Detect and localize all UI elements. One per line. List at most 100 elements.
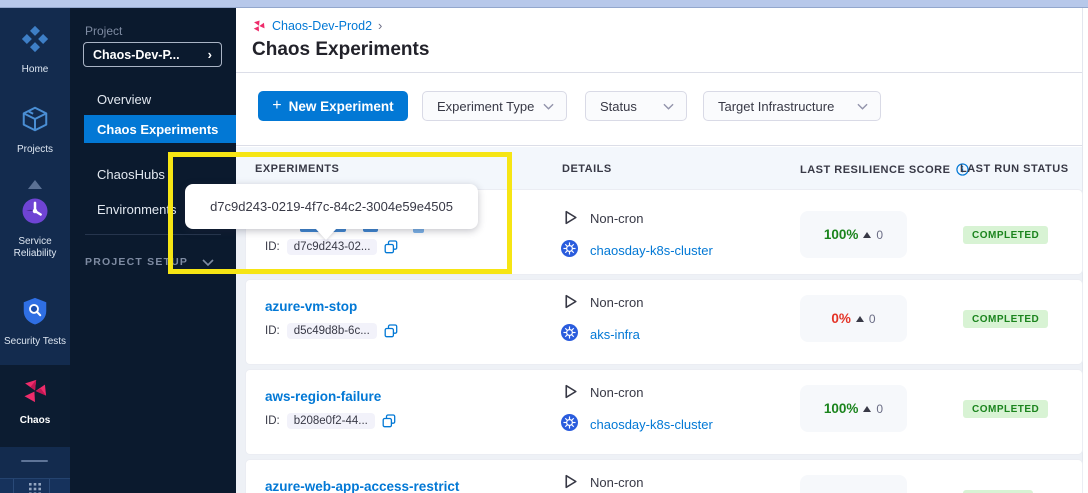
delta-up-icon	[863, 232, 871, 238]
chevron-down-icon	[663, 103, 674, 110]
delta-up-icon	[856, 316, 864, 322]
selected-project-name: Chaos-Dev-P...	[93, 48, 208, 62]
projects-cube-icon	[20, 104, 50, 139]
table-row[interactable]: azure-vm-stop ID: d5c49d8b-6c... Non-cro…	[246, 280, 1082, 364]
nav-item-chaos-experiments-active[interactable]: Chaos Experiments	[84, 115, 236, 143]
experiment-name-link[interactable]: aws-region-failure	[265, 389, 381, 404]
infrastructure-link[interactable]: chaosday-k8s-cluster	[590, 243, 713, 258]
copy-icon[interactable]	[382, 414, 396, 428]
experiment-name-link[interactable]: azure-web-app-access-restrict	[265, 479, 459, 493]
chevron-down-icon	[857, 103, 868, 110]
sidebar-item-label: Home	[22, 64, 49, 76]
score-delta: 0	[876, 228, 883, 242]
table-row[interactable]: azure-web-app-access-restrict Non-cron	[246, 460, 1082, 493]
id-label: ID:	[265, 241, 280, 253]
filter-label: Target Infrastructure	[718, 99, 834, 114]
sidebar-item-service-reliability[interactable]: Service Reliability	[0, 196, 70, 260]
experiment-id-row: ID: d5c49d8b-6c...	[265, 323, 398, 339]
experiment-id-tooltip: d7c9d243-0219-4f7c-84c2-3004e59e4505	[185, 184, 478, 229]
tooltip-arrow	[315, 228, 337, 240]
id-label: ID:	[265, 325, 280, 337]
experiment-id-pill[interactable]: d7c9d243-02...	[287, 239, 378, 255]
service-reliability-icon	[20, 196, 50, 231]
plus-icon: +	[272, 97, 281, 115]
project-nav-panel: Project Chaos-Dev-P... › Overview Chaos …	[70, 8, 236, 493]
score-value: 100%	[824, 227, 859, 242]
chaos-breadcrumb-icon	[252, 19, 266, 33]
module-nav-rail: Home Projects Service Reliability Securi…	[0, 8, 70, 493]
column-header-details: DETAILS	[562, 163, 612, 175]
score-value: 100%	[824, 401, 859, 416]
modnav-footer	[0, 447, 70, 493]
non-cron-play-icon	[562, 293, 579, 315]
security-shield-icon	[20, 296, 50, 331]
schedule-type: Non-cron	[590, 295, 643, 310]
score-value: 0%	[831, 311, 851, 326]
copy-icon[interactable]	[384, 324, 398, 338]
main-content: Chaos-Dev-Prod2 › Chaos Experiments + Ne…	[236, 8, 1088, 493]
breadcrumb-separator: ›	[378, 18, 382, 33]
experiment-id-row: ID: d7c9d243-02...	[265, 239, 398, 255]
delta-up-icon	[863, 406, 871, 412]
chaos-experiments-screen: Home Projects Service Reliability Securi…	[0, 0, 1088, 493]
column-header-label: LAST RESILIENCE SCORE	[800, 164, 950, 176]
sidebar-item-label: Security Tests	[4, 336, 66, 348]
score-delta: 0	[876, 402, 883, 416]
infrastructure-link[interactable]: chaosday-k8s-cluster	[590, 417, 713, 432]
copy-icon[interactable]	[384, 240, 398, 254]
sidebar-item-security-tests[interactable]: Security Tests	[0, 296, 70, 348]
infrastructure-link[interactable]: aks-infra	[590, 327, 640, 342]
experiment-id-row: ID: b208e0f2-44...	[265, 413, 396, 429]
window-top-strip	[0, 0, 1088, 8]
filter-status[interactable]: Status	[585, 91, 687, 121]
divider	[85, 234, 221, 235]
chevron-down-icon	[202, 259, 214, 266]
divider	[49, 479, 50, 493]
divider	[1082, 8, 1083, 493]
new-experiment-label: New Experiment	[289, 99, 394, 114]
sidebar-item-chaos-active-cell: Chaos	[0, 365, 70, 447]
apps-grid-icon[interactable]	[29, 482, 41, 493]
nav-item-label: Chaos Experiments	[97, 122, 218, 137]
nav-item-environments[interactable]: Environments	[97, 202, 176, 217]
filter-target-infrastructure[interactable]: Target Infrastructure	[703, 91, 881, 121]
nav-item-overview[interactable]: Overview	[97, 92, 151, 107]
modnav-bottom-bar	[0, 478, 70, 493]
column-header-experiments: EXPERIMENTS	[255, 163, 339, 175]
sidebar-item-projects[interactable]: Projects	[0, 104, 70, 156]
scroll-up-icon[interactable]	[28, 180, 42, 189]
schedule-type: Non-cron	[590, 475, 643, 490]
project-section-label: Project	[85, 24, 122, 38]
new-experiment-button[interactable]: + New Experiment	[258, 91, 408, 121]
filter-experiment-type[interactable]: Experiment Type	[422, 91, 567, 121]
score-delta: 0	[869, 312, 876, 326]
home-icon	[20, 24, 50, 59]
non-cron-play-icon	[562, 473, 579, 493]
experiment-id-pill[interactable]: d5c49d8b-6c...	[287, 323, 377, 339]
filter-label: Experiment Type	[437, 99, 534, 114]
project-setup-toggle[interactable]: PROJECT SETUP	[85, 256, 214, 268]
status-badge: COMPLETED	[963, 400, 1048, 418]
breadcrumb-project-link[interactable]: Chaos-Dev-Prod2	[272, 19, 372, 33]
table-row[interactable]: aws-region-failure ID: b208e0f2-44... No…	[246, 370, 1082, 454]
schedule-type: Non-cron	[590, 385, 643, 400]
experiment-id-pill[interactable]: b208e0f2-44...	[287, 413, 375, 429]
sidebar-item-chaos[interactable]: Chaos	[0, 377, 70, 427]
nav-item-chaoshubs[interactable]: ChaosHubs	[97, 167, 165, 182]
experiment-name-link[interactable]: azure-vm-stop	[265, 299, 357, 314]
status-badge: COMPLETED	[963, 310, 1048, 328]
sidebar-item-label: Service Reliability	[0, 236, 70, 260]
project-setup-label: PROJECT SETUP	[85, 256, 188, 268]
chaos-pinwheel-icon	[21, 377, 49, 410]
non-cron-play-icon	[562, 209, 579, 231]
sidebar-item-label: Chaos	[20, 415, 51, 427]
column-header-run-status: LAST RUN STATUS	[960, 163, 1069, 175]
filter-label: Status	[600, 99, 637, 114]
collapse-handle[interactable]	[21, 460, 48, 462]
sidebar-item-label: Projects	[17, 144, 53, 156]
page-header: Chaos-Dev-Prod2 › Chaos Experiments	[236, 8, 1082, 73]
project-selector[interactable]: Chaos-Dev-P... ›	[83, 42, 222, 67]
schedule-type: Non-cron	[590, 211, 643, 226]
toolbar: + New Experiment Experiment Type Status …	[236, 74, 1082, 146]
sidebar-item-home[interactable]: Home	[0, 24, 70, 76]
